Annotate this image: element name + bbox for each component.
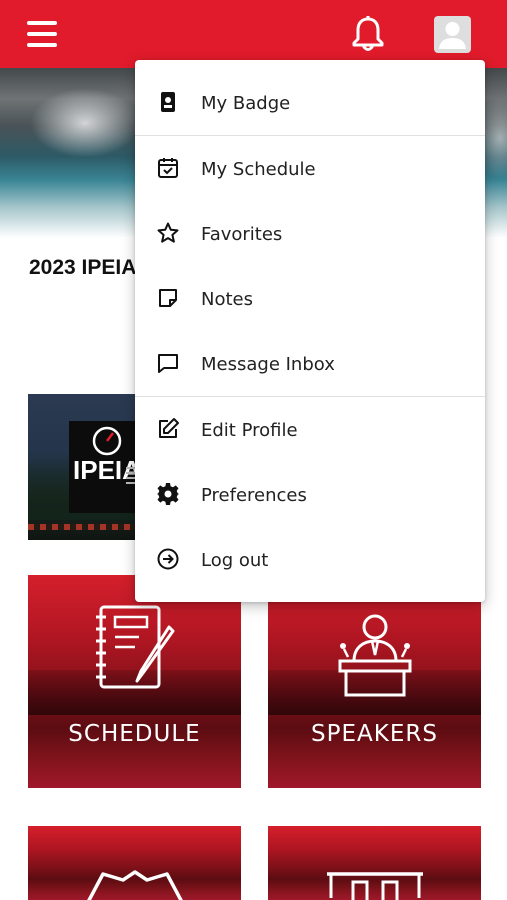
exhibitors-tile[interactable]	[268, 826, 481, 900]
handshake-tile[interactable]	[28, 826, 241, 900]
gear-icon	[157, 483, 179, 505]
user-avatar-icon[interactable]	[434, 16, 471, 53]
logout-icon	[157, 548, 179, 570]
menu-item-edit-profile[interactable]: Edit Profile	[135, 401, 485, 461]
menu-item-log-out[interactable]: Log out	[135, 531, 485, 591]
menu-item-my-badge[interactable]: My Badge	[135, 74, 485, 134]
menu-item-label: My Schedule	[201, 159, 316, 180]
message-icon	[158, 354, 178, 373]
profile-dropdown-menu: My Badge My Schedule Favorites Notes Mes…	[135, 60, 485, 602]
badge-icon	[161, 92, 175, 112]
schedule-tile[interactable]: SCHEDULE	[28, 575, 241, 788]
schedule-tile-label: SCHEDULE	[68, 721, 201, 747]
ipeia-logo-text: IPEIA	[73, 455, 141, 485]
top-app-bar	[0, 0, 507, 68]
menu-divider	[135, 396, 485, 397]
speaker-podium-icon	[338, 614, 412, 697]
menu-item-label: Log out	[201, 550, 269, 571]
menu-item-label: Edit Profile	[201, 420, 298, 441]
hamburger-menu-icon[interactable]	[27, 21, 57, 47]
menu-divider	[135, 135, 485, 136]
menu-item-my-schedule[interactable]: My Schedule	[135, 140, 485, 200]
edit-icon	[159, 418, 179, 438]
menu-item-favorites[interactable]: Favorites	[135, 205, 485, 265]
menu-item-message-inbox[interactable]: Message Inbox	[135, 335, 485, 395]
menu-item-preferences[interactable]: Preferences	[135, 466, 485, 526]
handshake-icon	[87, 870, 183, 900]
menu-item-label: Preferences	[201, 485, 307, 506]
menu-item-label: Notes	[201, 289, 253, 310]
speakers-tile-label: SPEAKERS	[311, 721, 438, 747]
schedule-notebook-icon	[96, 605, 175, 689]
menu-item-notes[interactable]: Notes	[135, 270, 485, 330]
booth-icon	[327, 872, 423, 900]
calendar-check-icon	[158, 158, 178, 178]
menu-item-label: Message Inbox	[201, 354, 335, 375]
menu-item-label: Favorites	[201, 224, 283, 245]
star-icon	[157, 222, 179, 243]
speakers-tile[interactable]: SPEAKERS	[268, 575, 481, 788]
note-icon	[159, 289, 177, 307]
bell-icon[interactable]	[350, 15, 386, 53]
menu-item-label: My Badge	[201, 93, 291, 114]
